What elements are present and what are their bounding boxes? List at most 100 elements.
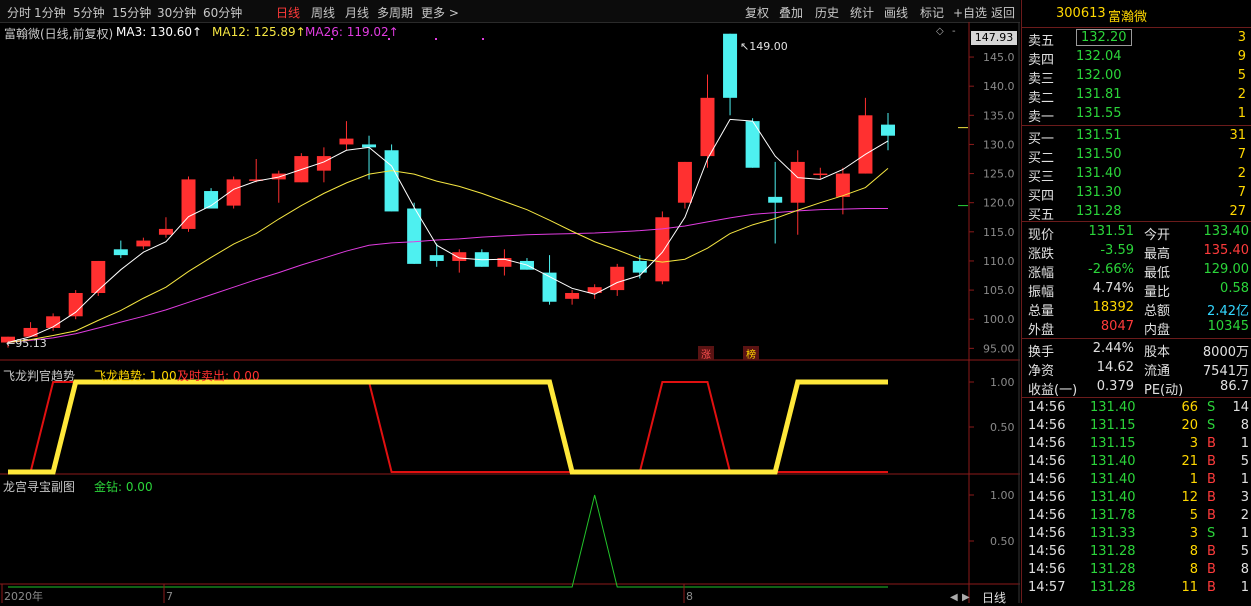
y-tick-label: 145.0 <box>983 51 1015 64</box>
y-tick-label: 110.0 <box>983 255 1015 268</box>
bid-label: 买二 <box>1028 151 1055 166</box>
stat-row: 总量 18392 总额 2.42亿 <box>1022 299 1251 319</box>
scroll-right-icon: ▶ <box>962 592 970 603</box>
tick-time: 14:56 <box>1028 436 1066 451</box>
ind2-tick-label: 0.50 <box>990 535 1015 548</box>
candle-body <box>23 327 38 337</box>
tick-volume: 5 <box>1189 508 1198 523</box>
tick-time: 14:56 <box>1028 400 1066 415</box>
tick-time: 14:57 <box>1028 580 1066 595</box>
bid-volume: 2 <box>1237 166 1246 181</box>
stock-code: 300613 <box>1056 6 1106 21</box>
stat-value: 4.74% <box>1092 281 1134 296</box>
candle-body <box>407 208 422 264</box>
indicator1-name[interactable]: 飞龙判官趋势 <box>3 367 75 384</box>
y-tick-label: 100.0 <box>983 313 1015 326</box>
chart-area[interactable]: 145.0 140.0 135.0 130.0 125.0 120.0 115.0 110.0… <box>0 22 1020 603</box>
tick-side: B <box>1207 472 1216 487</box>
quote-header: 300613 富瀚微 <box>1022 3 1251 25</box>
bid-volume: 27 <box>1229 204 1246 219</box>
stat-value: 0.379 <box>1096 379 1134 394</box>
x-axis-label: 8 <box>686 590 693 603</box>
stat-label: 净资 <box>1028 364 1055 379</box>
period-label[interactable]: 日线 <box>982 589 1006 606</box>
stat-label: 今开 <box>1144 228 1171 243</box>
stat-value: 10345 <box>1207 319 1249 334</box>
toolbar-action-6[interactable]: +自选 <box>953 4 987 21</box>
toolbar-action-3[interactable]: 统计 <box>850 4 874 21</box>
period-tab-3[interactable]: 15分钟 <box>112 4 151 21</box>
stat-label: 振幅 <box>1028 285 1055 300</box>
stat-value: -3.59 <box>1100 243 1134 258</box>
toolbar-action-1[interactable]: 叠加 <box>779 4 803 21</box>
bid-volume: 7 <box>1237 147 1246 162</box>
candle-body <box>790 161 805 203</box>
ask-row: 卖三 132.00 5 <box>1022 67 1251 87</box>
period-tab-4[interactable]: 30分钟 <box>157 4 196 21</box>
candle-body <box>271 173 286 180</box>
toolbar-action-7[interactable]: 返回 <box>991 4 1015 21</box>
tick-volume: 20 <box>1181 418 1198 433</box>
candle-body <box>136 240 151 247</box>
stat-label: 流通 <box>1144 364 1171 379</box>
tick-volume: 12 <box>1181 490 1198 505</box>
tick-count: 1 <box>1240 526 1249 541</box>
bid-row: 买四 131.30 7 <box>1022 184 1251 204</box>
ma26-readout: MA26: 119.02↑ <box>305 25 399 39</box>
stat-row: 涨幅 -2.66% 最低 129.00 <box>1022 261 1251 281</box>
sell-signal-line <box>8 381 888 473</box>
stat-label: 换手 <box>1028 345 1055 360</box>
tick-count: 3 <box>1240 490 1249 505</box>
toolbar-action-5[interactable]: 标记 <box>920 4 944 21</box>
period-tab-2[interactable]: 5分钟 <box>73 4 105 21</box>
tag-limit-up[interactable]: 涨 <box>698 346 714 361</box>
ask-price: 132.00 <box>1076 68 1122 83</box>
ask-price: 131.55 <box>1076 106 1122 121</box>
period-tab-10[interactable]: 更多 > <box>421 4 459 21</box>
ask-row: 卖五 132.20 3 <box>1022 29 1251 49</box>
period-tab-9[interactable]: 多周期 <box>377 4 413 21</box>
ask-row: 卖二 131.81 2 <box>1022 86 1251 106</box>
stat-label: PE(动) <box>1144 383 1184 398</box>
ask-volume: 9 <box>1237 49 1246 64</box>
bid-label: 买一 <box>1028 132 1055 147</box>
indicator2-name[interactable]: 龙宫寻宝副图 <box>3 478 75 495</box>
ma3-readout: MA3: 130.60↑ <box>116 25 203 39</box>
tick-row: 14:56 131.40 12 B 3 <box>1022 489 1251 508</box>
tick-row: 14:56 131.33 3 S 1 <box>1022 525 1251 544</box>
ask-label: 卖三 <box>1028 72 1055 87</box>
period-tab-8[interactable]: 月线 <box>345 4 369 21</box>
candle-body <box>565 293 580 299</box>
tick-row: 14:57 131.28 11 B 1 <box>1022 579 1251 598</box>
candle-body <box>610 266 625 291</box>
tag-ranking[interactable]: 榜 <box>743 346 759 361</box>
tick-time: 14:56 <box>1028 418 1066 433</box>
bid-row: 买五 131.28 27 <box>1022 203 1251 223</box>
tick-count: 5 <box>1240 454 1249 469</box>
tick-volume: 8 <box>1189 544 1198 559</box>
tick-time: 14:56 <box>1028 508 1066 523</box>
ask-price: 131.81 <box>1076 87 1122 102</box>
tick-side: B <box>1207 544 1216 559</box>
toolbar-action-2[interactable]: 历史 <box>815 4 839 21</box>
stat-row: 换手 2.44% 股本 8000万 <box>1022 340 1251 360</box>
period-tab-5[interactable]: 60分钟 <box>203 4 242 21</box>
period-tab-0[interactable]: 分时 <box>7 4 31 21</box>
tick-volume: 11 <box>1181 580 1198 595</box>
low-marker: ←95.13 <box>6 337 47 350</box>
candle-body <box>452 252 467 261</box>
stat-label: 总量 <box>1028 304 1055 319</box>
ask-volume: 3 <box>1237 30 1246 45</box>
bid-label: 买四 <box>1028 189 1055 204</box>
toolbar-action-0[interactable]: 复权 <box>745 4 769 21</box>
tick-side: S <box>1207 418 1216 433</box>
high-marker-value: 149.00 <box>749 40 788 53</box>
indicator1-trend: 飞龙趋势: 1.00 <box>94 369 177 383</box>
tick-count: 5 <box>1240 544 1249 559</box>
stat-row: 外盘 8047 内盘 10345 <box>1022 318 1251 338</box>
toolbar-action-4[interactable]: 画线 <box>884 4 908 21</box>
period-tab-1[interactable]: 1分钟 <box>34 4 66 21</box>
tick-row: 14:56 131.40 66 S 14 <box>1022 399 1251 418</box>
period-tab-7[interactable]: 周线 <box>311 4 335 21</box>
period-tab-6[interactable]: 日线 <box>276 4 300 21</box>
